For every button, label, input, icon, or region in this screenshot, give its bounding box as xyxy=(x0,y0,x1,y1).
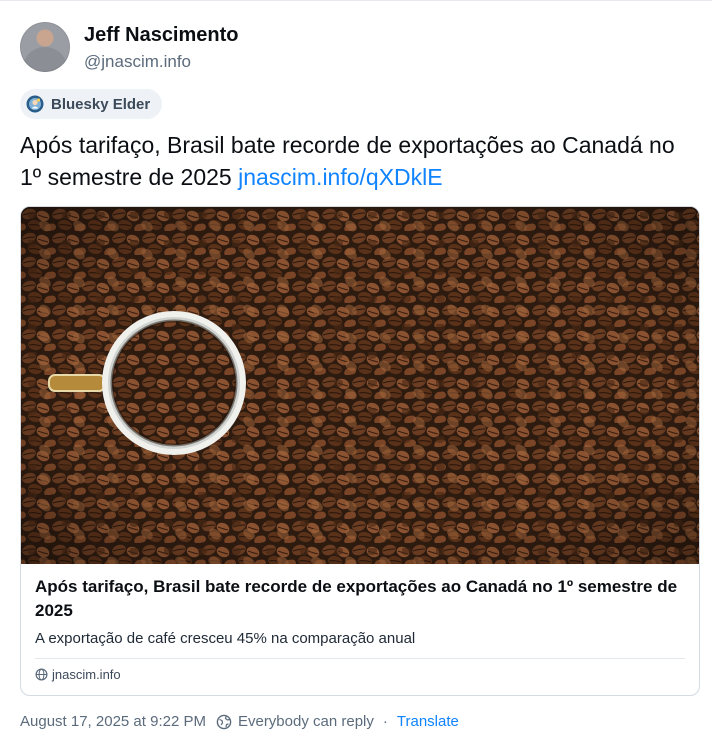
elder-badge-icon xyxy=(26,95,44,113)
post-meta: August 17, 2025 at 9:22 PM Everybody can… xyxy=(20,713,459,730)
post-author: Jeff Nascimento @jnascim.info xyxy=(20,22,700,74)
card-thumbnail-coffee-image[interactable] xyxy=(21,207,699,564)
link-preview-card[interactable]: Após tarifaço, Brasil bate recorde de ex… xyxy=(20,206,700,696)
globe-reply-icon xyxy=(216,714,232,729)
card-divider xyxy=(35,658,685,659)
post-timestamp[interactable]: August 17, 2025 at 9:22 PM xyxy=(20,713,206,730)
post-link[interactable]: jnascim.info/qXDklE xyxy=(238,164,443,190)
avatar[interactable] xyxy=(20,22,70,72)
card-domain: jnascim.info xyxy=(35,667,121,682)
card-title[interactable]: Após tarifaço, Brasil bate recorde de ex… xyxy=(35,575,685,623)
globe-icon xyxy=(35,668,48,681)
verification-badge[interactable]: Bluesky Elder xyxy=(20,89,163,119)
card-description: A exportação de café cresceu 45% na comp… xyxy=(35,630,416,647)
post-thread-item: Jeff Nascimento @jnascim.info Bluesky El… xyxy=(20,0,700,747)
card-domain-label: jnascim.info xyxy=(52,667,121,682)
reply-setting[interactable]: Everybody can reply xyxy=(206,713,374,730)
post-body: Após tarifaço, Brasil bate recorde de ex… xyxy=(20,129,700,193)
reply-setting-label: Everybody can reply xyxy=(237,713,374,730)
author-handle[interactable]: @jnascim.info xyxy=(84,52,191,72)
badge-label: Bluesky Elder xyxy=(51,95,151,113)
translate-link[interactable]: Translate xyxy=(397,713,459,730)
author-name[interactable]: Jeff Nascimento xyxy=(84,24,239,47)
meta-separator: · xyxy=(382,713,388,730)
